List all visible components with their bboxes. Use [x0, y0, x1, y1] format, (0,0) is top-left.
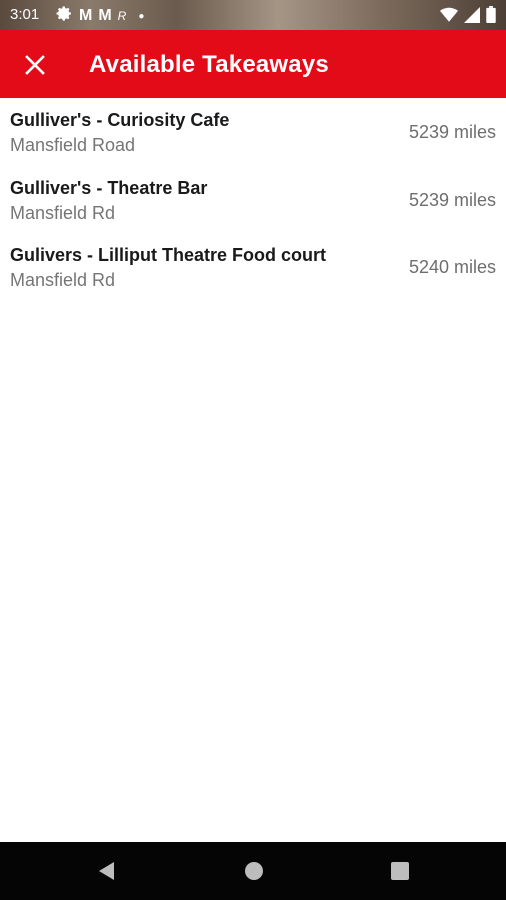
app-bar: Available Takeaways: [0, 30, 506, 98]
list-item[interactable]: Gulivers - Lilliput Theatre Food court M…: [0, 233, 506, 301]
status-bar: 3:01 M M R ●: [0, 0, 506, 30]
status-time: 3:01: [10, 6, 40, 23]
takeaway-list: Gulliver's - Curiosity Cafe Mansfield Ro…: [0, 98, 506, 301]
close-icon[interactable]: [22, 52, 48, 78]
list-item[interactable]: Gulliver's - Curiosity Cafe Mansfield Ro…: [0, 98, 506, 166]
list-item[interactable]: Gulliver's - Theatre Bar Mansfield Rd 52…: [0, 166, 506, 234]
takeaway-distance: 5239 miles: [408, 189, 496, 210]
gmail-icon: M: [98, 7, 112, 24]
navigation-bar: [0, 842, 506, 900]
gmail-icon: M: [79, 7, 93, 24]
dot-icon: ●: [138, 10, 145, 22]
page-title: Available Takeaways: [89, 51, 329, 78]
app-icon: R: [117, 9, 127, 23]
system-icons: [440, 6, 496, 28]
recents-icon[interactable]: [389, 860, 411, 882]
notification-icons: M M R ●: [56, 5, 144, 27]
takeaway-name: Gulivers - Lilliput Theatre Food court: [10, 245, 327, 265]
takeaway-name: Gulliver's - Theatre Bar: [10, 177, 208, 198]
takeaway-address: Mansfield Road: [10, 135, 136, 155]
takeaway-distance: 5239 miles: [408, 122, 496, 142]
takeaway-name: Gulliver's - Curiosity Cafe: [10, 110, 230, 130]
gear-icon: [56, 5, 73, 27]
takeaway-address: Mansfield Rd: [10, 202, 116, 223]
home-icon[interactable]: [243, 860, 265, 882]
back-icon[interactable]: [96, 860, 118, 882]
takeaway-distance: 5240 miles: [408, 257, 496, 277]
battery-icon: [486, 6, 496, 28]
signal-icon: [464, 6, 480, 28]
wifi-icon: [440, 7, 458, 28]
takeaway-address: Mansfield Rd: [10, 270, 116, 290]
